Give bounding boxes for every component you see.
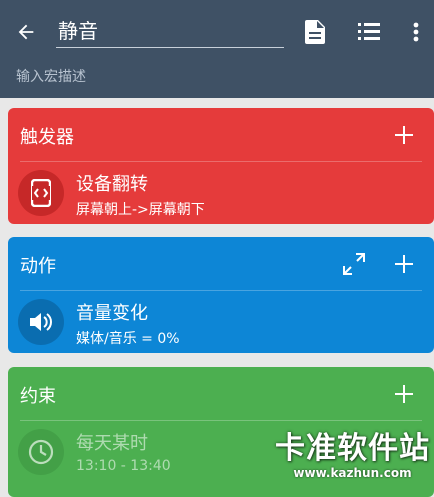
app-bar: 静音 输入宏描述 [0,0,434,98]
trigger-subtitle: 屏幕朝上->屏幕朝下 [76,202,205,218]
volume-icon [30,313,52,331]
action-title: 音量变化 [76,303,148,324]
constraint-title: 每天某时 [76,433,148,454]
watermark: 卡准软件站 www.kazhun.com [275,431,430,481]
clock-icon [28,439,54,465]
arrow-left-icon [18,24,34,40]
trigger-title: 设备翻转 [76,174,148,195]
expand-icon [343,253,365,275]
add-constraint-button[interactable] [390,380,418,408]
device-flip-icon [31,179,51,207]
macro-description-input[interactable]: 输入宏描述 [16,66,86,86]
triggers-card: 触发器 设备翻转 屏幕朝上->屏幕朝下 [8,108,434,224]
more-vert-icon [413,22,419,42]
macro-name-input[interactable]: 静音 [56,14,284,48]
plus-icon [395,126,413,144]
trigger-icon-circle [18,170,64,216]
more-options-button[interactable] [402,18,430,46]
constraint-icon-circle [18,429,64,475]
watermark-main: 卡准软件站 [275,431,430,466]
actions-title: 动作 [20,256,56,277]
constraints-header: 约束 [8,367,434,421]
actions-header: 动作 [8,237,434,291]
plus-icon [395,385,413,403]
list-button[interactable] [355,18,383,46]
constraint-subtitle: 13:10 - 13:40 [76,458,171,474]
back-button[interactable] [12,18,40,46]
add-action-button[interactable] [390,250,418,278]
triggers-title: 触发器 [20,127,74,148]
action-icon-circle [18,299,64,345]
trigger-item[interactable]: 设备翻转 屏幕朝上->屏幕朝下 [8,162,434,224]
add-trigger-button[interactable] [390,121,418,149]
constraints-title: 约束 [20,386,56,407]
list-icon [358,23,380,40]
action-subtitle: 媒体/音乐 = 0% [76,331,180,347]
plus-icon [395,255,413,273]
triggers-header: 触发器 [8,108,434,162]
document-icon [305,20,325,44]
watermark-url: www.kazhun.com [293,466,412,480]
action-item[interactable]: 音量变化 媒体/音乐 = 0% [8,291,434,353]
expand-actions-button[interactable] [340,250,368,278]
actions-card: 动作 音量变化 媒体/音乐 = 0% [8,237,434,353]
document-button[interactable] [301,18,329,46]
